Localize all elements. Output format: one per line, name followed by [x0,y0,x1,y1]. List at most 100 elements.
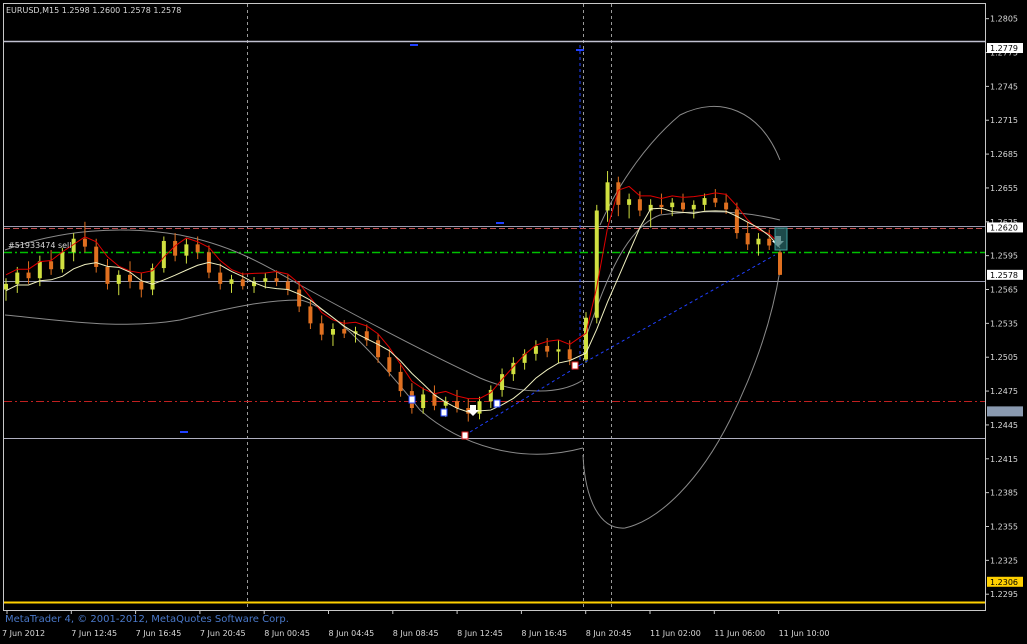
lower-band [4,299,584,455]
price-tag-label: 1.2779 [990,44,1018,53]
bull-candle [263,278,268,282]
bear-candle [659,204,664,208]
bear-candle [94,246,99,267]
bull-candle [116,274,121,284]
y-tick-label: 1.2445 [990,421,1018,430]
trend-line-diagonal-2 [579,254,776,366]
x-tick-label: 8 Jun 12:45 [457,629,503,638]
bear-candle [713,198,718,203]
x-tick-label: 8 Jun 00:45 [264,629,310,638]
buy-marker [408,395,416,404]
bear-candle [139,281,144,290]
x-tick-label: 8 Jun 20:45 [586,629,632,638]
x-tick-label: 8 Jun 04:45 [329,629,375,638]
y-tick-label: 1.2715 [990,116,1018,125]
y-tick-label: 1.2475 [990,387,1018,396]
slow-moving-average [5,207,781,413]
price-tag-label: 1.2306 [990,578,1018,587]
bull-candle [556,349,561,352]
x-tick-label: 8 Jun 16:45 [521,629,567,638]
bull-candle [756,238,761,245]
y-tick-label: 1.2295 [990,590,1018,599]
buy-marker [440,408,448,417]
y-tick-label: 1.2595 [990,252,1018,261]
y-tick-label: 1.2745 [990,82,1018,91]
x-tick-label: 7 Jun 20:45 [200,629,246,638]
x-tick-label: 8 Jun 08:45 [393,629,439,638]
bull-candle [60,252,65,270]
bear-candle [105,266,110,284]
bull-candle [229,279,234,284]
x-tick-label: 11 Jun 06:00 [714,629,765,638]
bull-candle [477,401,482,414]
y-tick-label: 1.2685 [990,150,1018,159]
fast-moving-average [5,185,781,400]
bear-candle [240,279,245,287]
sell-marker [461,431,469,440]
upper-envelope [599,106,781,226]
bull-candle [533,345,538,354]
y-tick-label: 1.2415 [990,455,1018,464]
plot-frame [3,3,986,611]
y-tick-label: 1.2535 [990,319,1018,328]
bull-candle [605,182,610,211]
x-tick-label: 7 Jun 16:45 [136,629,182,638]
y-tick-label: 1.2385 [990,489,1018,498]
chart-header: EURUSD,M15 1.2598 1.2600 1.2578 1.2578 [6,6,181,15]
bear-candle [778,252,782,275]
bull-candle [4,283,8,290]
bear-candle [376,340,381,358]
bull-candle [670,202,675,208]
trend-line-diagonal-1 [469,364,581,433]
horizontal-levels[interactable] [4,40,985,604]
bull-candle [594,210,599,318]
bear-candle [545,345,550,352]
x-tick-label: 11 Jun 02:00 [650,629,701,638]
bear-candle [342,329,347,334]
bear-candle [681,202,685,210]
candlesticks [4,171,782,422]
y-tick-label: 1.2325 [990,556,1018,565]
period-separators [247,4,612,610]
order-box [774,227,788,251]
bear-candle [173,240,178,256]
bull-candle [500,374,505,390]
bull-candle [330,329,335,335]
bear-candle [734,209,739,234]
bear-candle [128,274,133,282]
trend-lines[interactable] [469,45,776,433]
price-tag-label: 1.2578 [990,271,1018,280]
bear-candle [398,371,403,392]
watermark: MetaTrader 4, © 2001-2012, MetaQuotes So… [5,614,289,625]
y-tick-label: 1.2805 [990,15,1018,24]
y-tick-label: 1.2355 [990,522,1018,531]
bear-candle [724,202,729,210]
bear-candle [297,289,302,307]
price-tag-label: 1.2620 [990,223,1018,232]
bear-candle [637,199,642,211]
bear-candle [387,357,392,372]
y-tick-label: 1.2505 [990,353,1018,362]
bear-candle [49,261,54,270]
y-tick-label: 1.2655 [990,184,1018,193]
price-tag [987,406,1023,417]
bear-candle [195,244,200,253]
bear-candle [26,272,31,279]
bear-candle [308,306,313,324]
bull-candle [627,199,632,205]
x-tick-label: 11 Jun 10:00 [779,629,830,638]
bear-candle [767,238,772,246]
lower-envelope [582,269,781,529]
price-axis[interactable]: 1.28051.27751.27451.27151.26851.26551.26… [985,15,1018,600]
bear-candle [274,278,279,282]
bear-candle [567,349,572,360]
bear-candle [745,233,750,245]
order-label[interactable]: #51933474 sell [8,241,72,250]
inner-band-right [582,211,781,346]
bull-candle [37,261,42,279]
bull-candle [702,198,707,205]
x-tick-label: 7 Jun 2012 [2,629,45,638]
bear-candle [285,281,290,290]
price-chart[interactable]: EURUSD,M15 1.2598 1.2600 1.2578 1.2578 #… [0,0,1027,644]
buy-marker [493,399,501,408]
